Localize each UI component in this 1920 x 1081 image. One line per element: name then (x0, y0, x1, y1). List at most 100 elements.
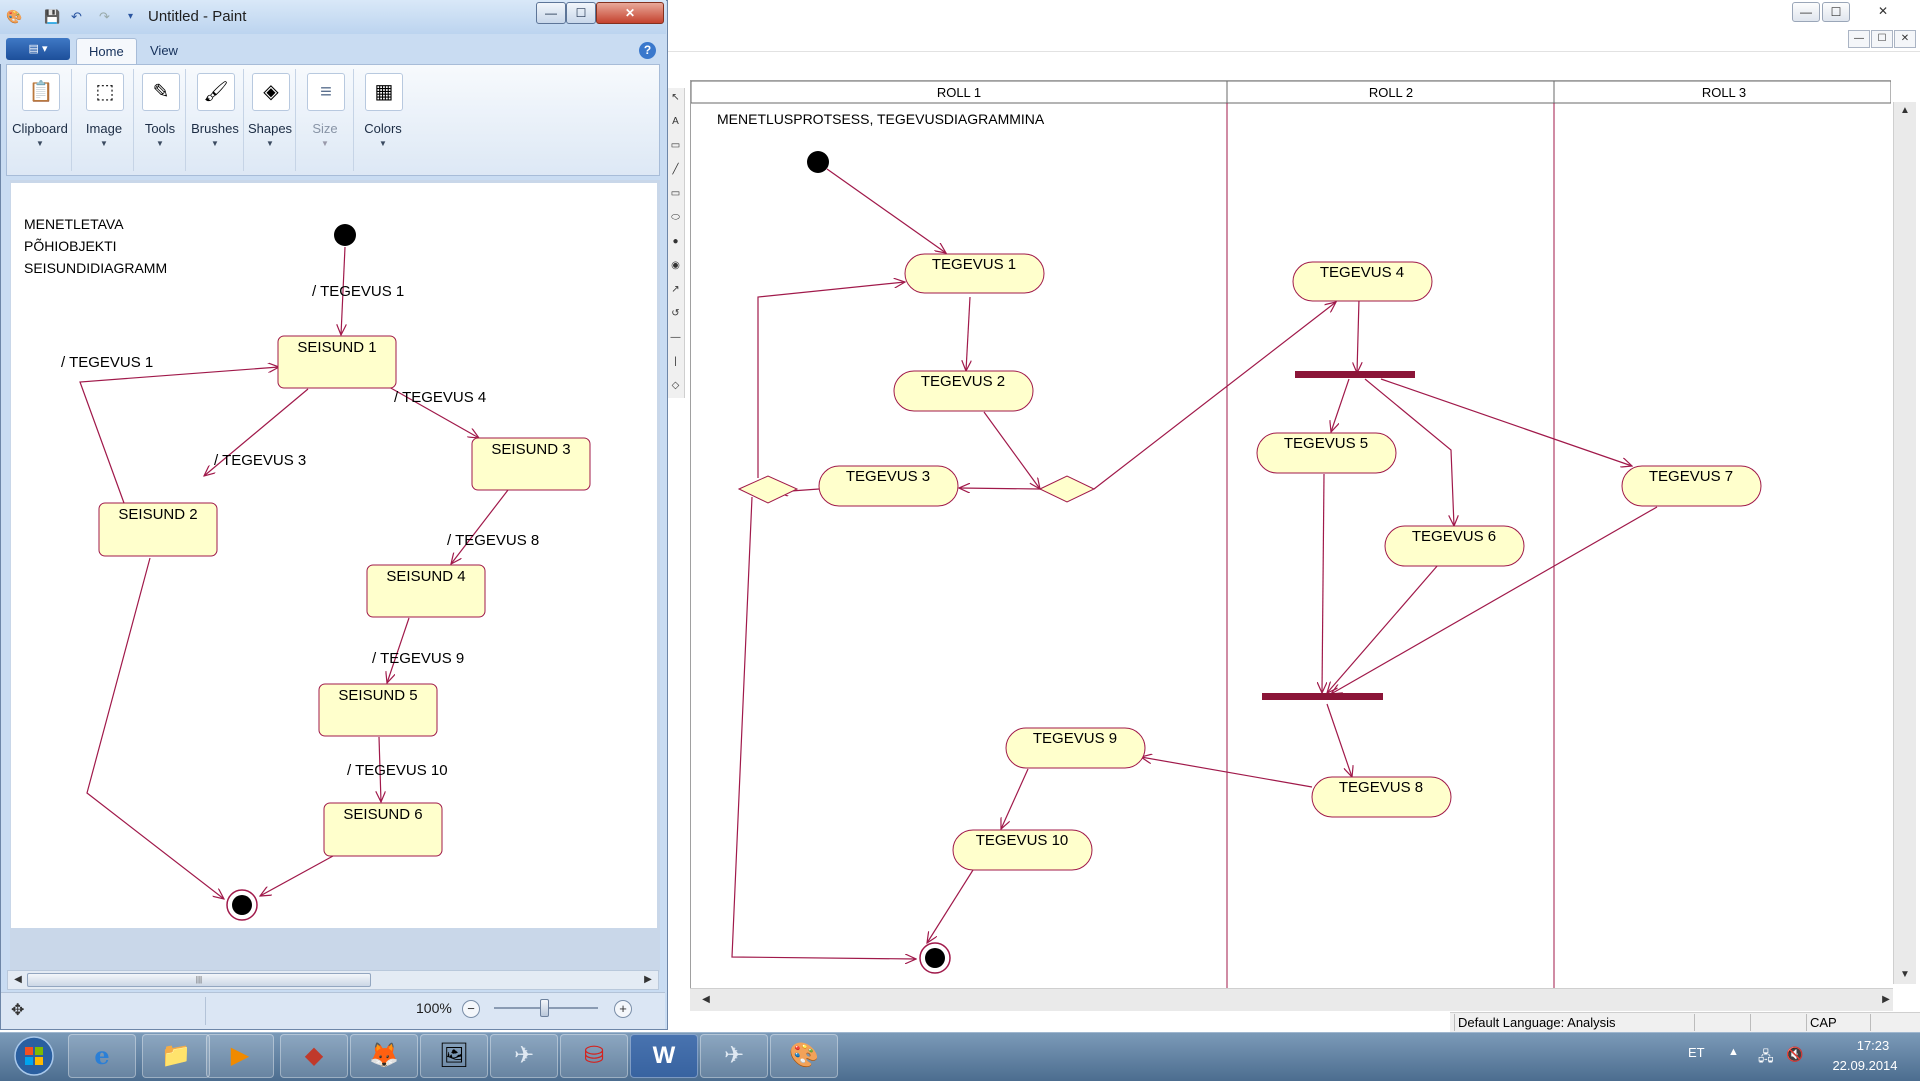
diagram-vertical-scrollbar[interactable]: ▲ ▼ (1893, 102, 1916, 984)
state-s6[interactable]: SEISUND 6 (323, 802, 443, 857)
tab-view[interactable]: View (138, 38, 190, 64)
taskbar-modeling-tool-icon[interactable]: ◆ (280, 1034, 348, 1078)
activity-t10[interactable]: TEGEVUS 10 (952, 829, 1093, 871)
start-button-icon[interactable] (8, 1034, 60, 1078)
ribbon-group-clipboard[interactable]: 📋 Clipboard ▼ (9, 69, 72, 171)
activity-tool-icon[interactable]: ⬭ (670, 212, 681, 223)
state-label: SEISUND 1 (297, 339, 376, 356)
vsync-tool-icon[interactable]: | (670, 356, 681, 367)
join-bar[interactable] (1262, 693, 1383, 700)
scroll-right-arrow[interactable]: ▶ (1878, 993, 1894, 1007)
ribbon-group-tools[interactable]: ✎ Tools ▼ (135, 69, 186, 171)
taskbar-acrobat-reader-icon[interactable]: ⛁ (560, 1034, 628, 1078)
activity-t8[interactable]: TEGEVUS 8 (1311, 776, 1452, 818)
diagram-horizontal-scrollbar[interactable]: ◀ ▶ (690, 988, 1893, 1011)
ribbon-group-colors[interactable]: ▦ Colors ▼ (355, 69, 411, 171)
paint-maximize-button[interactable]: ☐ (566, 2, 596, 24)
activity-label: TEGEVUS 2 (921, 373, 1005, 390)
scroll-left-arrow[interactable]: ◀ (698, 993, 714, 1007)
volume-muted-icon[interactable]: 🔇 (1786, 1046, 1803, 1063)
decision-tool-icon[interactable]: ◇ (670, 380, 681, 391)
ribbon-group-shapes[interactable]: ◈ Shapes ▼ (245, 69, 296, 171)
bg-maximize-button[interactable]: ☐ (1822, 2, 1850, 22)
decision-node-1[interactable] (737, 475, 799, 504)
state-s4[interactable]: SEISUND 4 (366, 564, 486, 618)
taskbar-app-bird-1-icon[interactable]: ✈ (490, 1034, 558, 1078)
initial-node[interactable] (807, 151, 829, 173)
quick-access-dropdown-icon[interactable]: ▾ (122, 8, 139, 25)
paint-close-button[interactable]: ✕ (596, 2, 664, 24)
state-s3[interactable]: SEISUND 3 (471, 437, 591, 491)
network-icon[interactable]: 🖧 (1758, 1046, 1774, 1070)
tray-overflow-arrow-icon[interactable]: ▲ (1728, 1046, 1739, 1058)
taskbar-internet-explorer-icon[interactable]: e (68, 1034, 136, 1078)
clock-time[interactable]: 17:23 (1840, 1038, 1906, 1053)
activity-t5[interactable]: TEGEVUS 5 (1256, 432, 1397, 474)
state-s2[interactable]: SEISUND 2 (98, 502, 218, 557)
taskbar-photo-viewer-icon[interactable]: 🖼 (420, 1034, 488, 1078)
zoom-in-button[interactable]: + (614, 1000, 632, 1018)
paint-minimize-button[interactable]: — (536, 2, 566, 24)
end-tool-icon[interactable]: ◉ (670, 260, 681, 271)
ribbon-group-image[interactable]: ⬚ Image ▼ (75, 69, 134, 171)
ribbon-group-size[interactable]: ≡ Size ▼ (297, 69, 354, 171)
paint-scroll-thumb[interactable]: ||| (27, 973, 371, 987)
doc-minimize-button[interactable]: — (1848, 30, 1870, 48)
state-tool-icon[interactable]: ▭ (670, 188, 681, 199)
scroll-down-arrow[interactable]: ▼ (1897, 968, 1913, 982)
taskbar-paint-icon[interactable]: 🎨 (770, 1034, 838, 1078)
taskbar-firefox-icon[interactable]: 🦊 (350, 1034, 418, 1078)
state-s1[interactable]: SEISUND 1 (277, 335, 397, 389)
activity-t9[interactable]: TEGEVUS 9 (1005, 727, 1146, 769)
bg-close-button[interactable]: ✕ (1870, 2, 1896, 20)
self-transition-tool-icon[interactable]: ↺ (670, 308, 681, 319)
doc-close-button[interactable]: ✕ (1894, 30, 1916, 48)
sync-tool-icon[interactable]: — (670, 332, 681, 343)
state-s5[interactable]: SEISUND 5 (318, 683, 438, 737)
ribbon-group-brushes[interactable]: 🖌 Brushes ▼ (187, 69, 244, 171)
fork-bar[interactable] (1295, 371, 1415, 378)
activity-t6[interactable]: TEGEVUS 6 (1384, 525, 1525, 567)
activity-t7[interactable]: TEGEVUS 7 (1621, 465, 1762, 507)
transition-tool-icon[interactable]: ↗ (670, 284, 681, 295)
trans-s2-to-s1 (79, 367, 279, 504)
clock-date[interactable]: 22.09.2014 (1820, 1058, 1910, 1073)
bg-minimize-button[interactable]: — (1792, 2, 1820, 22)
paint-scroll-left-arrow[interactable]: ◀ (10, 973, 26, 987)
text-tool-icon[interactable]: A (670, 116, 681, 127)
activity-t1[interactable]: TEGEVUS 1 (904, 253, 1045, 294)
input-language-indicator[interactable]: ET (1688, 1045, 1705, 1060)
doc-restore-button[interactable]: ☐ (1871, 30, 1893, 48)
taskbar-media-player-icon[interactable]: ▶ (206, 1034, 274, 1078)
pointer-tool-icon[interactable]: ↖ (670, 92, 681, 103)
clipboard-icon: 📋 (22, 73, 60, 111)
note-tool-icon[interactable]: ▭ (670, 140, 681, 151)
zoom-slider-thumb[interactable] (540, 999, 549, 1017)
undo-icon[interactable]: ↶ (68, 8, 85, 25)
start-tool-icon[interactable]: ● (670, 236, 681, 247)
help-icon[interactable]: ? (639, 42, 656, 59)
anchor-tool-icon[interactable]: ╱ (670, 164, 681, 175)
tab-home[interactable]: Home (76, 38, 137, 65)
save-icon[interactable]: 💾 (44, 8, 61, 25)
taskbar-word-icon[interactable]: W (630, 1034, 698, 1078)
state-initial-node[interactable] (334, 224, 356, 246)
activity-t4[interactable]: TEGEVUS 4 (1292, 261, 1433, 302)
ribbon-group-label: Size (312, 121, 338, 136)
activity-t2[interactable]: TEGEVUS 2 (893, 370, 1034, 412)
taskbar-app-bird-2-icon[interactable]: ✈ (700, 1034, 768, 1078)
decision-node-2[interactable] (1038, 475, 1096, 503)
paint-canvas[interactable]: MENETLETAVA PÕHIOBJEKTI SEISUNDIDIAGRAMM… (11, 183, 657, 928)
paint-menu-button[interactable]: ▤ ▾ (6, 38, 70, 60)
paint-scroll-right-arrow[interactable]: ▶ (640, 973, 656, 987)
flow-t1-to-t2 (966, 296, 970, 371)
zoom-out-button[interactable]: − (462, 1000, 480, 1018)
redo-icon[interactable]: ↷ (96, 8, 113, 25)
ribbon-group-label: Brushes (191, 121, 239, 136)
activity-diagram-canvas[interactable]: ROLL 1 ROLL 2 ROLL 3 MENETLUSPROTSESS, T… (690, 80, 1891, 993)
taskbar-file-explorer-icon[interactable]: 📁 (142, 1034, 210, 1078)
activity-t3[interactable]: TEGEVUS 3 (818, 465, 959, 507)
dropdown-arrow-icon: ▼ (156, 139, 164, 148)
status-cell-empty-1 (1694, 1014, 1750, 1031)
scroll-up-arrow[interactable]: ▲ (1897, 104, 1913, 118)
